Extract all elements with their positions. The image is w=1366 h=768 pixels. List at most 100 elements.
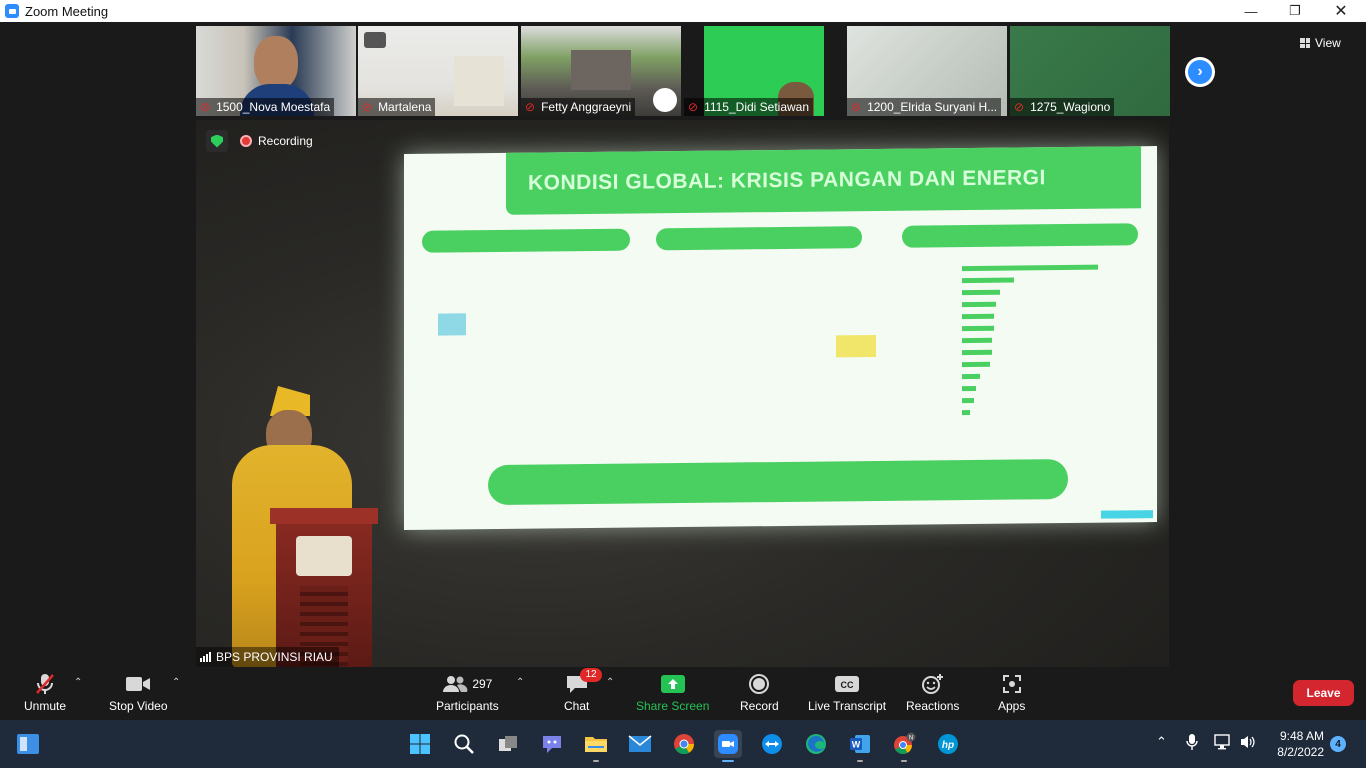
slide-pill xyxy=(422,228,630,253)
participant-tile[interactable]: ⊘ Martalena xyxy=(358,26,518,116)
muted-mic-icon: ⊘ xyxy=(688,100,699,114)
recording-indicator[interactable]: Recording xyxy=(240,132,313,150)
minimize-button[interactable]: — xyxy=(1228,0,1274,22)
participant-name-tag: ⊘ 1275_Wagiono xyxy=(1010,98,1115,116)
recording-dot-icon xyxy=(240,135,252,147)
unmute-button[interactable]: Unmute xyxy=(24,673,66,713)
window-title: Zoom Meeting xyxy=(25,3,109,19)
participant-tile[interactable]: ⊘ 1275_Wagiono xyxy=(1010,26,1170,116)
reactions-button[interactable]: Reactions xyxy=(906,673,959,713)
slide-pill xyxy=(656,226,862,251)
participant-tile[interactable]: ⊘ 1200_Elrida Suryani H... xyxy=(847,26,1007,116)
muted-mic-icon: ⊘ xyxy=(362,100,373,114)
record-icon xyxy=(748,673,770,695)
next-page-button[interactable]: › xyxy=(1185,57,1215,87)
muted-mic-icon: ⊘ xyxy=(200,100,211,114)
participant-tile[interactable]: ⊘ 1115_Didi Setiawan xyxy=(684,26,844,116)
audio-options-caret[interactable]: ⌃ xyxy=(74,677,82,688)
participant-name-tag: ⊘ 1200_Elrida Suryani H... xyxy=(847,98,1002,116)
svg-text:hp: hp xyxy=(942,740,954,751)
podium-top xyxy=(270,508,378,524)
svg-text:N: N xyxy=(909,736,913,742)
title-bar: Zoom Meeting — ❐ ✕ xyxy=(0,0,1366,22)
active-speaker-video: KONDISI GLOBAL: KRISIS PANGAN DAN ENERGI xyxy=(196,120,1169,667)
slide-bar xyxy=(962,277,1014,284)
slide-bar xyxy=(962,313,994,320)
participant-name-tag: ⊘ Martalena xyxy=(358,98,436,116)
participant-name-tag: ⊘ 1500_Nova Moestafa xyxy=(196,98,335,116)
security-shield-icon[interactable] xyxy=(206,130,228,152)
edge-icon[interactable] xyxy=(802,730,830,758)
show-hidden-icons-chevron[interactable]: ⌃ xyxy=(1156,734,1167,750)
video-camera-icon xyxy=(125,673,151,695)
apps-button[interactable]: Apps xyxy=(998,673,1025,713)
desk-decor xyxy=(454,56,504,106)
close-button[interactable]: ✕ xyxy=(1318,0,1364,22)
start-button-icon[interactable] xyxy=(406,730,434,758)
slide-bar xyxy=(962,373,980,380)
word-icon[interactable]: W xyxy=(846,730,874,762)
slide-quote xyxy=(488,458,1068,506)
camera-decor xyxy=(364,32,386,48)
participants-button[interactable]: 297 Participants xyxy=(436,673,499,713)
desktop-widget-icon[interactable] xyxy=(14,730,42,758)
notification-badge[interactable]: 4 xyxy=(1330,736,1346,752)
svg-text:CC: CC xyxy=(841,680,854,690)
slide-bar xyxy=(962,410,970,416)
slide-map xyxy=(438,313,466,336)
muted-microphone-icon xyxy=(35,673,55,695)
video-options-caret[interactable]: ⌃ xyxy=(172,677,180,688)
network-icon[interactable] xyxy=(1214,734,1232,753)
chrome-profile-icon[interactable]: N xyxy=(890,730,918,762)
record-button[interactable]: Record xyxy=(740,673,779,713)
slide-bar xyxy=(962,385,976,392)
muted-mic-icon: ⊘ xyxy=(525,100,536,114)
svg-text:W: W xyxy=(852,740,861,750)
zoom-taskbar-icon[interactable] xyxy=(714,730,742,762)
view-button[interactable]: View xyxy=(1300,34,1341,52)
search-icon[interactable] xyxy=(450,730,478,758)
slide-bar xyxy=(962,289,1000,296)
participant-tile[interactable]: ⊘ Fetty Anggraeyni xyxy=(521,26,681,116)
teamviewer-icon[interactable] xyxy=(758,730,786,758)
live-transcript-button[interactable]: CC Live Transcript xyxy=(808,673,886,713)
share-screen-button[interactable]: Share Screen xyxy=(636,673,709,713)
building-decor xyxy=(571,50,631,90)
slide-highlight xyxy=(836,334,876,358)
smiley-plus-icon xyxy=(921,673,945,695)
meeting-stage: ⊘ 1500_Nova Moestafa ⊘ Martalena ⊘ Fetty An… xyxy=(0,22,1366,667)
podium-logo xyxy=(296,536,352,576)
slide-bar xyxy=(962,301,996,308)
grid-view-icon xyxy=(1300,38,1310,48)
slide-title: KONDISI GLOBAL: KRISIS PANGAN DAN ENERGI xyxy=(506,146,1141,215)
chat-options-caret[interactable]: ⌃ xyxy=(606,677,614,688)
slide-bar xyxy=(962,264,1098,272)
windows-taskbar: W N hp ⌃ 9:48 AM 8/2/2022 4 xyxy=(0,720,1366,768)
chrome-icon[interactable] xyxy=(670,730,698,758)
participant-face xyxy=(254,36,298,90)
microphone-tray-icon[interactable] xyxy=(1186,734,1198,753)
volume-icon[interactable] xyxy=(1240,734,1256,753)
file-explorer-icon[interactable] xyxy=(582,730,610,762)
leave-button[interactable]: Leave xyxy=(1293,680,1354,706)
slide-bar xyxy=(962,349,992,356)
participants-options-caret[interactable]: ⌃ xyxy=(516,677,524,688)
slide-bar xyxy=(962,337,992,344)
task-view-icon[interactable] xyxy=(494,730,522,758)
projected-slide: KONDISI GLOBAL: KRISIS PANGAN DAN ENERGI xyxy=(404,146,1157,530)
restore-button[interactable]: ❐ xyxy=(1272,0,1318,22)
teams-chat-icon[interactable] xyxy=(538,730,566,758)
mail-icon[interactable] xyxy=(626,730,654,758)
hp-icon[interactable]: hp xyxy=(934,730,962,758)
slide-bar xyxy=(962,397,974,404)
participant-name-tag: ⊘ 1115_Didi Setiawan xyxy=(684,98,814,116)
chat-unread-badge: 12 xyxy=(580,668,602,682)
system-clock[interactable]: 9:48 AM 8/2/2022 xyxy=(1268,728,1324,760)
meeting-toolbar: Unmute ⌃ Stop Video ⌃ 297 Participants ⌃… xyxy=(0,667,1366,720)
slide-bar xyxy=(962,325,994,332)
slide-pill xyxy=(902,223,1138,248)
participant-tile[interactable]: ⊘ 1500_Nova Moestafa xyxy=(196,26,356,116)
apps-icon xyxy=(1001,673,1023,695)
stop-video-button[interactable]: Stop Video xyxy=(109,673,168,713)
muted-mic-icon: ⊘ xyxy=(1014,100,1025,114)
